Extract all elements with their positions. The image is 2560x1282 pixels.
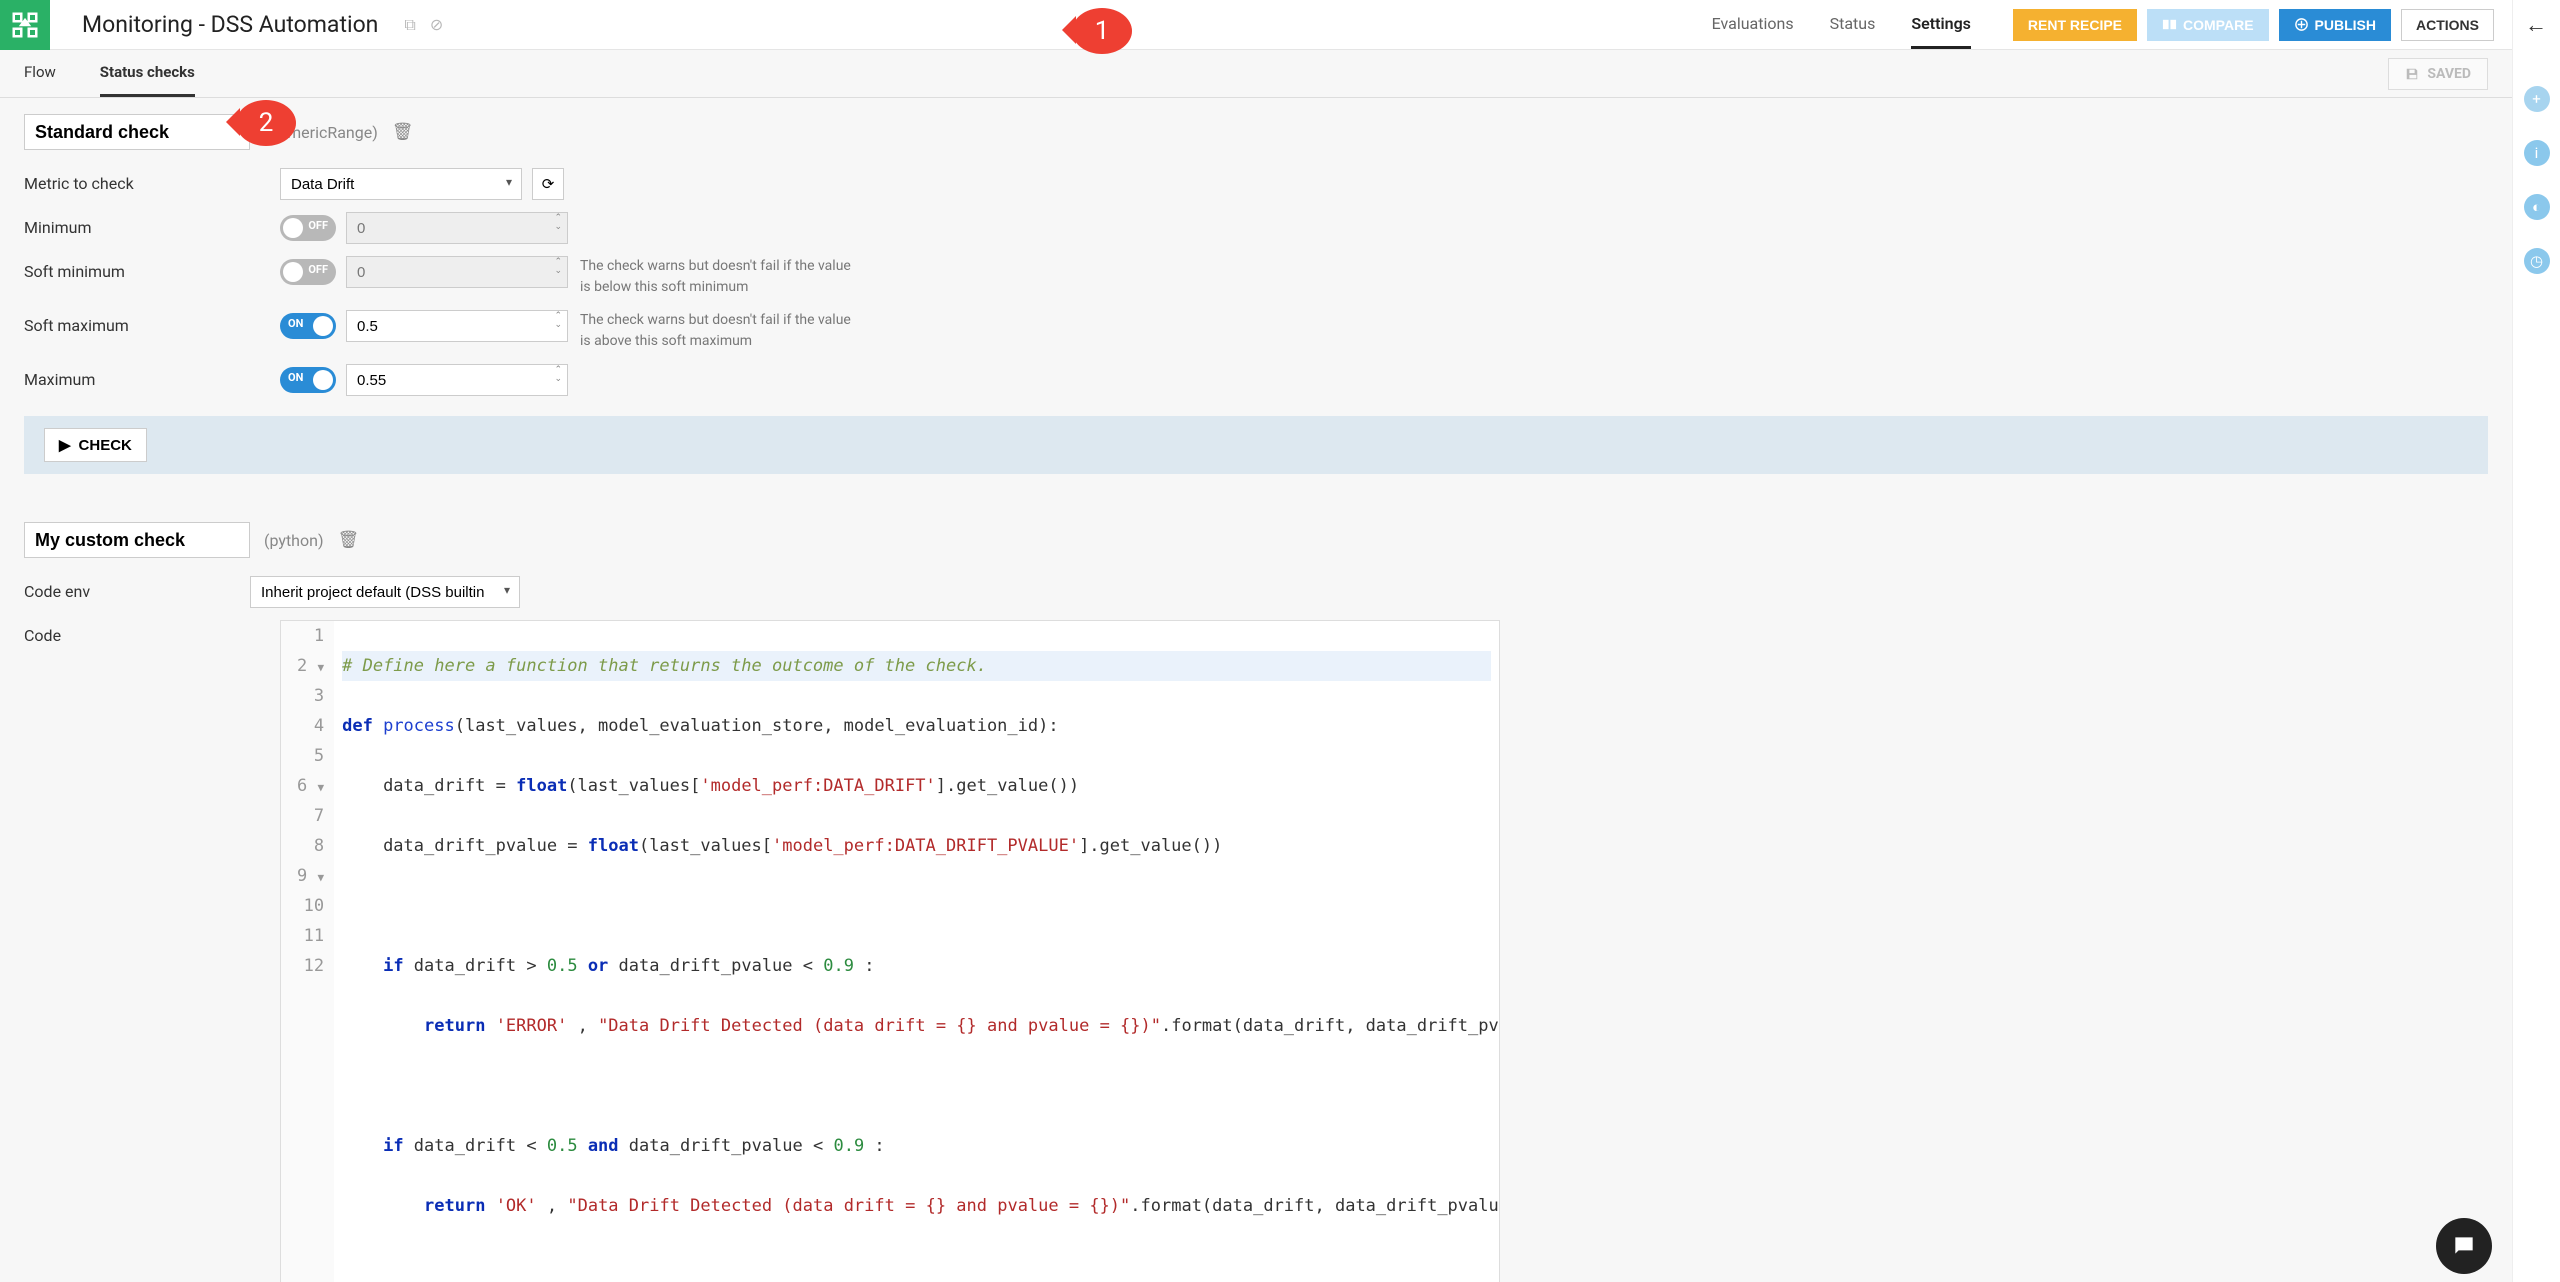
nav-status[interactable]: Status bbox=[1830, 0, 1876, 49]
minimum-input bbox=[346, 212, 568, 244]
topbar: Monitoring - DSS Automation ⧉ ⊘ Evaluati… bbox=[0, 0, 2512, 50]
code-editor[interactable]: 1 2 ▼ 3 4 5 6 ▼ 7 8 9 ▼ 10 11 12 bbox=[280, 620, 1500, 1282]
soft-min-label: Soft minimum bbox=[24, 256, 280, 281]
editor-code[interactable]: # Define here a function that returns th… bbox=[334, 621, 1499, 1282]
maximum-toggle[interactable]: ON bbox=[280, 367, 336, 393]
parent-recipe-button[interactable]: RENT RECIPE bbox=[2013, 9, 2137, 41]
chat-fab[interactable] bbox=[2436, 1218, 2492, 1274]
minimum-toggle[interactable]: OFF bbox=[280, 215, 336, 241]
run-check-button[interactable]: ▶CHECK bbox=[44, 428, 147, 462]
soft-max-help: The check warns but doesn't fail if the … bbox=[580, 310, 860, 352]
custom-check-type-label: (python) bbox=[264, 531, 324, 550]
soft-max-label: Soft maximum bbox=[24, 310, 280, 335]
page-title: Monitoring - DSS Automation bbox=[82, 11, 378, 38]
saved-button: SAVED bbox=[2388, 58, 2488, 90]
callout-2: 2 bbox=[236, 100, 296, 146]
custom-check-name-input[interactable] bbox=[24, 522, 250, 558]
disabled-icon[interactable]: ⊘ bbox=[430, 15, 443, 35]
check-run-bar: ▶CHECK bbox=[24, 416, 2488, 474]
trash-icon[interactable]: 🗑 bbox=[392, 122, 414, 142]
custom-check-block: (python) 🗑 Code env Inherit project defa… bbox=[24, 522, 2488, 1282]
soft-min-input bbox=[346, 256, 568, 288]
copy-icon[interactable]: ⧉ bbox=[404, 15, 415, 35]
rail-chat-icon[interactable]: ◐ bbox=[2524, 194, 2550, 220]
maximum-label: Maximum bbox=[24, 364, 280, 389]
standard-check-block: (numericRange) 🗑 Metric to check Data Dr… bbox=[24, 114, 2488, 474]
nav-evaluations[interactable]: Evaluations bbox=[1712, 0, 1794, 49]
tab-flow[interactable]: Flow bbox=[24, 50, 56, 97]
rail-info-icon[interactable]: i bbox=[2524, 140, 2550, 166]
code-env-select[interactable]: Inherit project default (DSS builtin env… bbox=[250, 576, 520, 608]
subnav: Flow Status checks SAVED 2 bbox=[0, 50, 2512, 98]
top-nav: Evaluations Status Settings bbox=[1712, 0, 1971, 49]
publish-button[interactable]: PUBLISH bbox=[2279, 9, 2391, 41]
soft-max-toggle[interactable]: ON bbox=[280, 313, 336, 339]
tab-status-checks[interactable]: Status checks bbox=[100, 50, 195, 97]
trash-icon[interactable]: 🗑 bbox=[338, 530, 360, 550]
actions-button[interactable]: ACTIONS bbox=[2401, 9, 2494, 41]
soft-max-input[interactable] bbox=[346, 310, 568, 342]
refresh-icon: ⟳ bbox=[542, 175, 555, 193]
code-env-label: Code env bbox=[24, 576, 250, 601]
chat-icon bbox=[2451, 1233, 2477, 1259]
callout-1: 1 bbox=[1072, 8, 1132, 54]
back-arrow-icon[interactable]: ← bbox=[2525, 12, 2547, 38]
right-rail: ← + i ◐ ◷ bbox=[2512, 0, 2560, 1282]
play-icon: ▶ bbox=[59, 436, 71, 454]
code-label: Code bbox=[24, 620, 280, 645]
minimum-label: Minimum bbox=[24, 212, 280, 237]
soft-min-toggle[interactable]: OFF bbox=[280, 259, 336, 285]
maximum-input[interactable] bbox=[346, 364, 568, 396]
editor-gutter: 1 2 ▼ 3 4 5 6 ▼ 7 8 9 ▼ 10 11 12 bbox=[281, 621, 334, 1282]
metric-select[interactable]: Data Drift bbox=[280, 168, 522, 200]
compare-button[interactable]: COMPARE bbox=[2147, 9, 2269, 41]
refresh-button[interactable]: ⟳ bbox=[532, 168, 564, 200]
save-icon bbox=[2405, 67, 2419, 81]
soft-min-help: The check warns but doesn't fail if the … bbox=[580, 256, 860, 298]
content-area: (numericRange) 🗑 Metric to check Data Dr… bbox=[0, 98, 2512, 1282]
rail-clock-icon[interactable]: ◷ bbox=[2524, 248, 2550, 274]
nav-settings[interactable]: Settings bbox=[1911, 0, 1971, 49]
metric-label: Metric to check bbox=[24, 168, 280, 193]
app-logo[interactable] bbox=[0, 0, 50, 50]
rail-add-icon[interactable]: + bbox=[2524, 86, 2550, 112]
